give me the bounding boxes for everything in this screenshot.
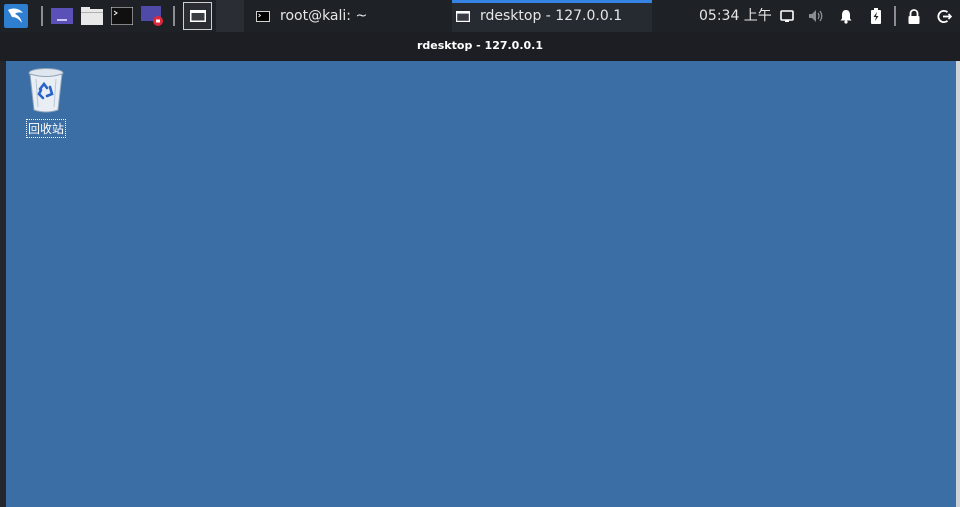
notifications-button[interactable]	[837, 7, 855, 25]
battery-icon	[871, 8, 881, 24]
workspace-icon	[51, 8, 73, 24]
lock-screen-button[interactable]	[905, 7, 923, 25]
display-button[interactable]	[778, 7, 796, 25]
volume-icon	[809, 10, 823, 22]
task-label: rdesktop - 127.0.0.1	[480, 8, 623, 24]
task-terminal[interactable]: root@kali: ~	[244, 0, 450, 32]
volume-button[interactable]	[807, 7, 825, 25]
window-title: rdesktop - 127.0.0.1	[417, 39, 543, 52]
lock-icon	[908, 8, 920, 24]
recycle-bin-icon	[28, 68, 64, 113]
desktop-icon-recycle-bin[interactable]: 回收站	[24, 67, 68, 138]
window-titlebar[interactable]: rdesktop - 127.0.0.1	[0, 32, 960, 60]
logout-button[interactable]	[935, 7, 953, 25]
file-manager-icon	[81, 7, 103, 25]
desktop-icon-label: 回收站	[25, 119, 66, 138]
clock[interactable]: 05:34 上午	[699, 0, 772, 32]
terminal-icon	[111, 7, 133, 25]
task-label: root@kali: ~	[280, 8, 368, 24]
remote-desktop-area[interactable]: 回收站	[6, 61, 956, 507]
workspace-button[interactable]	[50, 3, 74, 29]
window-icon	[456, 10, 470, 22]
top-panel: root@kali: ~ rdesktop - 127.0.0.1 05:34 …	[0, 0, 960, 32]
task-rdesktop[interactable]: rdesktop - 127.0.0.1	[452, 0, 652, 32]
bell-icon	[840, 9, 852, 24]
show-desktop-icon	[189, 10, 206, 22]
screen-recorder-icon	[141, 6, 163, 26]
terminal-button[interactable]	[110, 3, 134, 29]
panel-separator	[894, 6, 896, 26]
kali-menu-icon	[4, 4, 28, 28]
show-desktop-button[interactable]	[183, 2, 212, 30]
screen-recorder-button[interactable]	[140, 3, 166, 29]
logout-icon	[936, 9, 952, 23]
panel-separator	[173, 6, 175, 26]
panel-separator	[41, 6, 43, 26]
display-icon	[780, 10, 794, 22]
kali-menu-button[interactable]	[3, 3, 29, 29]
window-right-border	[956, 61, 960, 507]
battery-button[interactable]	[867, 7, 885, 25]
active-task-indicator	[452, 0, 652, 3]
file-manager-button[interactable]	[80, 3, 104, 29]
terminal-window-icon	[256, 10, 270, 22]
panel-spacer	[216, 0, 244, 32]
